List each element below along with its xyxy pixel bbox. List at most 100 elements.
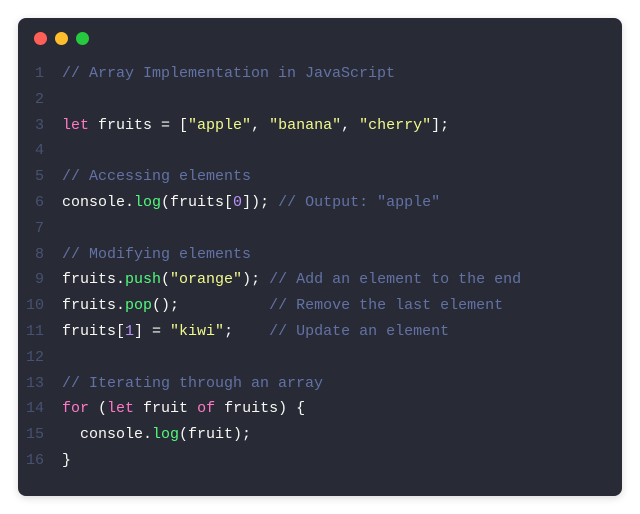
token-plain: fruits <box>215 400 278 417</box>
line-content <box>62 138 71 164</box>
line-content: // Modifying elements <box>62 242 251 268</box>
code-line: 15 console.log(fruit); <box>18 422 622 448</box>
token-string: "banana" <box>269 117 341 134</box>
code-line: 16} <box>18 448 622 474</box>
line-number: 9 <box>18 267 62 293</box>
token-plain: fruits. <box>62 271 125 288</box>
code-line: 10fruits.pop(); // Remove the last eleme… <box>18 293 622 319</box>
line-number: 14 <box>18 396 62 422</box>
line-content: for (let fruit of fruits) { <box>62 396 305 422</box>
line-number: 4 <box>18 138 62 164</box>
code-line: 11fruits[1] = "kiwi"; // Update an eleme… <box>18 319 622 345</box>
token-method: pop <box>125 297 152 314</box>
token-plain: fruit <box>134 400 197 417</box>
code-line: 5// Accessing elements <box>18 164 622 190</box>
token-punct: ) { <box>278 400 305 417</box>
code-line: 3let fruits = ["apple", "banana", "cherr… <box>18 113 622 139</box>
token-punct: = [ <box>161 117 188 134</box>
token-punct: ); <box>242 271 269 288</box>
code-line: 9fruits.push("orange"); // Add an elemen… <box>18 267 622 293</box>
token-comment: // Update an element <box>269 323 449 340</box>
token-string: "apple" <box>188 117 251 134</box>
token-plain: fruits[ <box>62 323 125 340</box>
code-line: 2 <box>18 87 622 113</box>
line-content: fruits[1] = "kiwi"; // Update an element <box>62 319 449 345</box>
code-line: 4 <box>18 138 622 164</box>
token-punct: ] = <box>134 323 170 340</box>
token-string: "cherry" <box>359 117 431 134</box>
code-line: 6console.log(fruits[0]); // Output: "app… <box>18 190 622 216</box>
line-number: 10 <box>18 293 62 319</box>
line-content: let fruits = ["apple", "banana", "cherry… <box>62 113 449 139</box>
minimize-icon[interactable] <box>55 32 68 45</box>
line-content: // Accessing elements <box>62 164 251 190</box>
line-content <box>62 345 71 371</box>
token-string: "orange" <box>170 271 242 288</box>
token-punct: ; <box>224 323 269 340</box>
line-number: 11 <box>18 319 62 345</box>
token-method: log <box>134 194 161 211</box>
line-content: // Iterating through an array <box>62 371 323 397</box>
token-keyword: for <box>62 400 89 417</box>
line-content: fruits.pop(); // Remove the last element <box>62 293 503 319</box>
line-number: 15 <box>18 422 62 448</box>
code-block: 1// Array Implementation in JavaScript2 … <box>18 53 622 496</box>
token-punct: (fruits[ <box>161 194 233 211</box>
line-number: 13 <box>18 371 62 397</box>
line-content <box>62 216 71 242</box>
token-punct: ]; <box>431 117 449 134</box>
code-line: 8// Modifying elements <box>18 242 622 268</box>
token-comment: // Iterating through an array <box>62 375 323 392</box>
code-window: 1// Array Implementation in JavaScript2 … <box>18 18 622 496</box>
code-line: 1// Array Implementation in JavaScript <box>18 61 622 87</box>
token-punct: (); <box>152 297 269 314</box>
token-comment: // Accessing elements <box>62 168 251 185</box>
token-number: 0 <box>233 194 242 211</box>
line-number: 12 <box>18 345 62 371</box>
token-punct: ( <box>89 400 107 417</box>
token-comment: // Remove the last element <box>269 297 503 314</box>
token-plain: console. <box>62 426 152 443</box>
token-keyword: let <box>62 117 89 134</box>
line-number: 1 <box>18 61 62 87</box>
token-punct: ]); <box>242 194 278 211</box>
line-content: console.log(fruits[0]); // Output: "appl… <box>62 190 440 216</box>
token-keyword: of <box>197 400 215 417</box>
token-method: push <box>125 271 161 288</box>
token-number: 1 <box>125 323 134 340</box>
line-number: 16 <box>18 448 62 474</box>
line-number: 2 <box>18 87 62 113</box>
token-plain: fruits. <box>62 297 125 314</box>
maximize-icon[interactable] <box>76 32 89 45</box>
code-line: 13// Iterating through an array <box>18 371 622 397</box>
line-content: // Array Implementation in JavaScript <box>62 61 395 87</box>
line-content: fruits.push("orange"); // Add an element… <box>62 267 521 293</box>
line-number: 7 <box>18 216 62 242</box>
line-number: 6 <box>18 190 62 216</box>
window-titlebar <box>18 18 622 53</box>
token-comment: // Array Implementation in JavaScript <box>62 65 395 82</box>
code-line: 7 <box>18 216 622 242</box>
token-method: log <box>152 426 179 443</box>
line-content <box>62 87 71 113</box>
code-line: 12 <box>18 345 622 371</box>
token-punct: ( <box>161 271 170 288</box>
token-plain: console. <box>62 194 134 211</box>
token-string: "kiwi" <box>170 323 224 340</box>
code-line: 14for (let fruit of fruits) { <box>18 396 622 422</box>
line-number: 5 <box>18 164 62 190</box>
token-punct: } <box>62 452 71 469</box>
token-plain: fruits <box>89 117 161 134</box>
line-content: } <box>62 448 71 474</box>
token-punct: , <box>341 117 359 134</box>
line-content: console.log(fruit); <box>62 422 251 448</box>
token-punct: (fruit); <box>179 426 251 443</box>
line-number: 8 <box>18 242 62 268</box>
line-number: 3 <box>18 113 62 139</box>
token-punct: , <box>251 117 269 134</box>
token-comment: // Modifying elements <box>62 246 251 263</box>
close-icon[interactable] <box>34 32 47 45</box>
token-keyword: let <box>107 400 134 417</box>
token-comment: // Add an element to the end <box>269 271 521 288</box>
token-comment: // Output: "apple" <box>278 194 440 211</box>
